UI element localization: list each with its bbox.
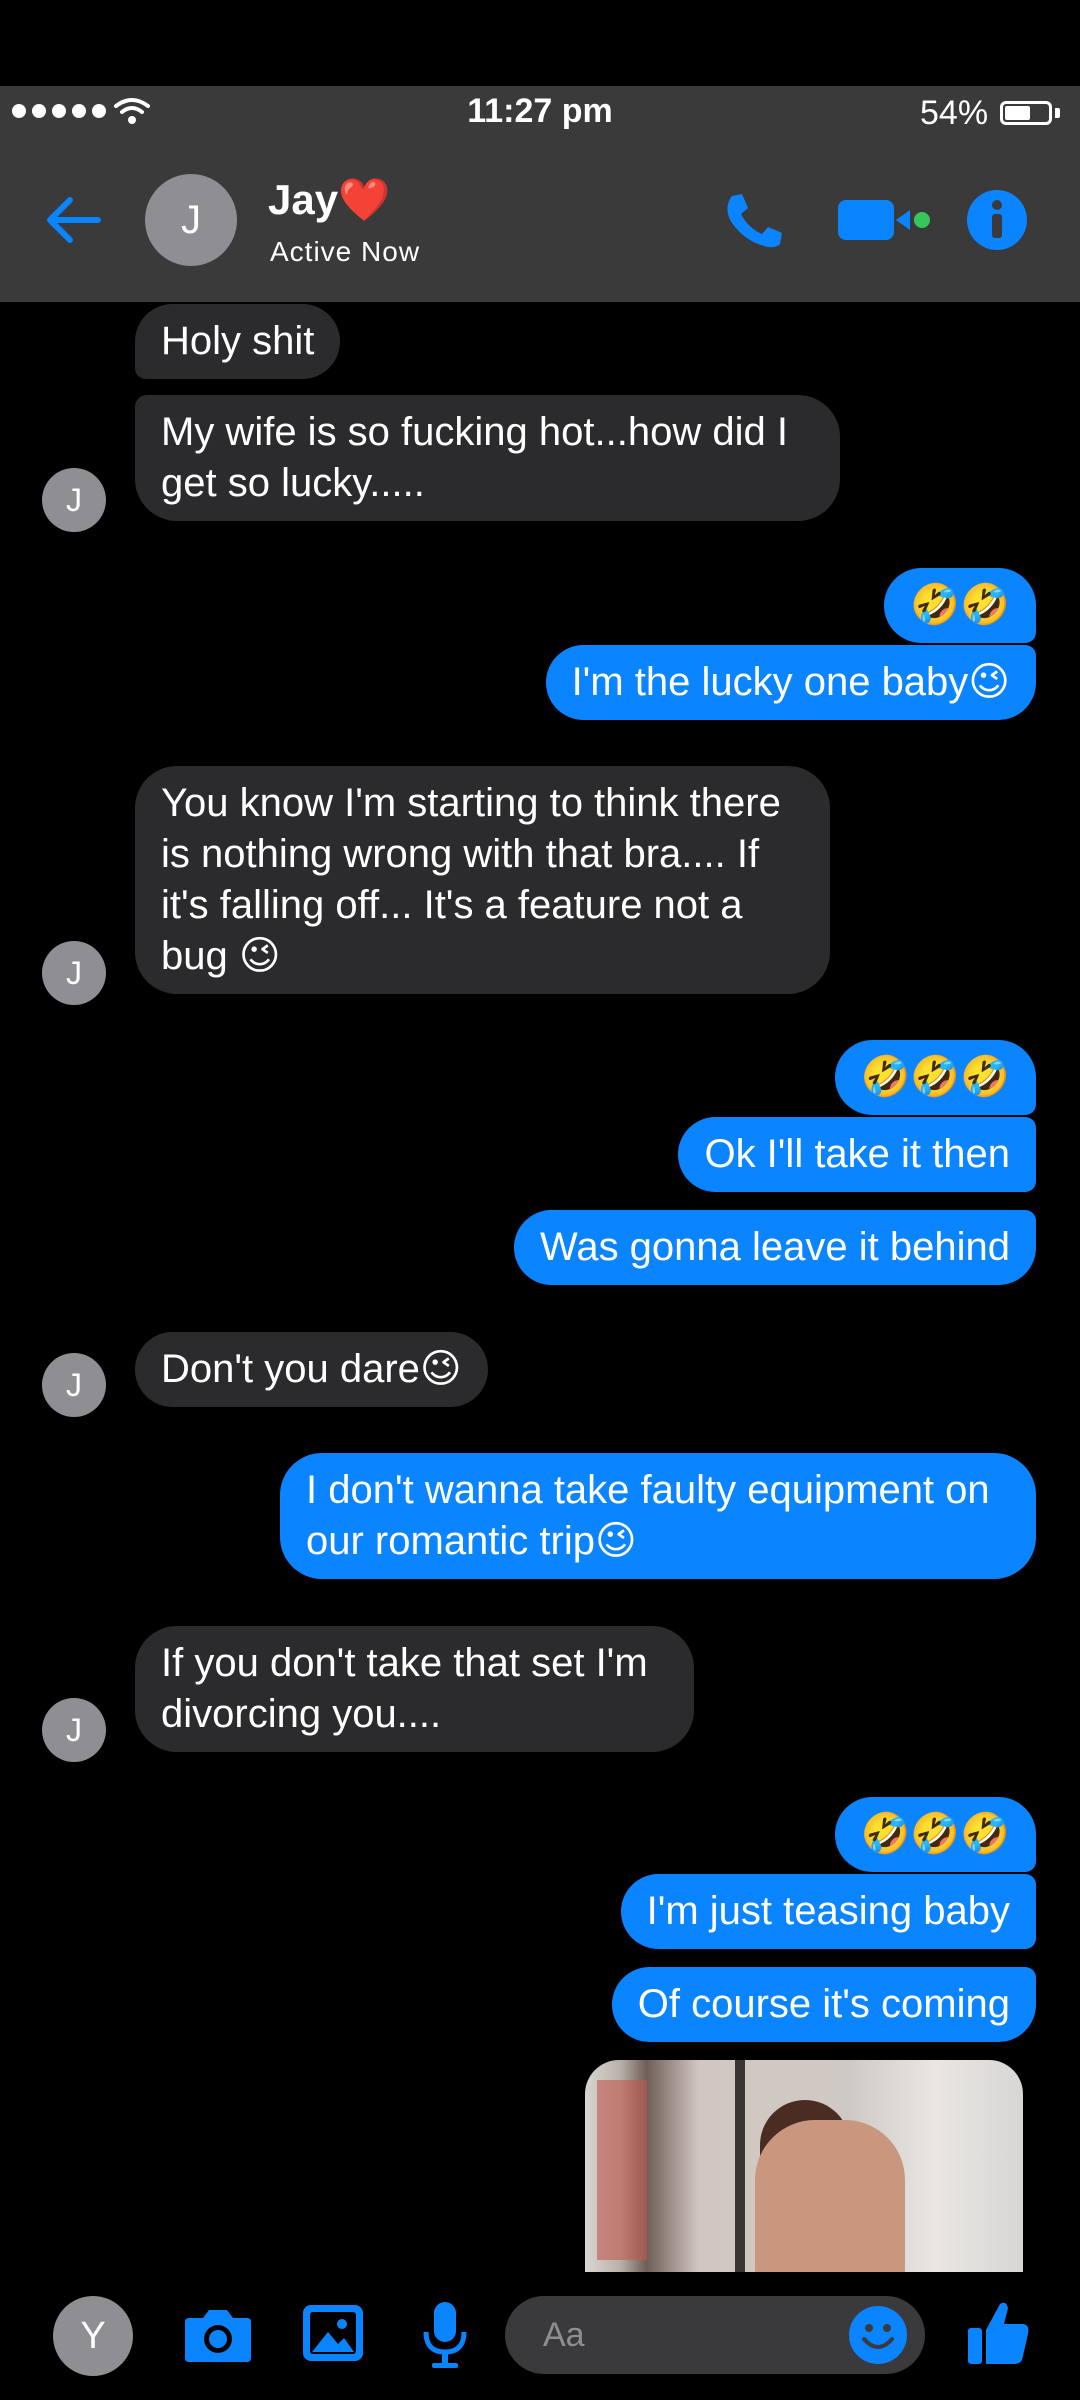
contact-avatar-small[interactable]: J: [42, 1353, 106, 1417]
message-input-placeholder: Aa: [543, 2315, 585, 2354]
contact-status: Active Now: [270, 236, 421, 267]
message-bubble-outgoing[interactable]: 🤣🤣🤣: [834, 1797, 1036, 1872]
message-bubble-outgoing[interactable]: I'm the lucky one baby😉: [545, 645, 1036, 720]
user-avatar[interactable]: Y: [53, 2296, 133, 2376]
message-bubble-incoming[interactable]: Holy shit: [135, 304, 341, 379]
battery-icon: [1000, 101, 1052, 125]
battery-percentage: 54%: [920, 94, 989, 132]
message-bubble-incoming[interactable]: Don't you dare😉: [135, 1332, 488, 1407]
status-time: 11:27 pm: [467, 92, 613, 130]
message-bubble-outgoing[interactable]: I'm just teasing baby: [620, 1874, 1036, 1949]
contact-avatar-small[interactable]: J: [42, 941, 106, 1005]
contact-avatar-small[interactable]: J: [42, 468, 106, 532]
message-bubble-outgoing[interactable]: I don't wanna take faulty equipment on o…: [280, 1453, 1036, 1579]
message-bubble-outgoing[interactable]: Was gonna leave it behind: [514, 1210, 1036, 1285]
message-bubble-incoming[interactable]: If you don't take that set I'm divorcing…: [135, 1626, 694, 1752]
message-bubble-outgoing[interactable]: Of course it's coming: [611, 1967, 1036, 2042]
message-bubble-outgoing[interactable]: 🤣🤣: [884, 568, 1036, 643]
camera-icon[interactable]: [183, 2306, 253, 2364]
back-arrow-icon[interactable]: [42, 190, 104, 250]
microphone-icon[interactable]: [420, 2300, 470, 2370]
contact-name[interactable]: Jay❤️: [268, 176, 390, 225]
gallery-icon[interactable]: [300, 2302, 366, 2364]
emoji-smile-icon[interactable]: [848, 2305, 908, 2365]
contact-avatar[interactable]: J: [145, 174, 237, 266]
contact-avatar-small[interactable]: J: [42, 1698, 106, 1762]
photo-attachment[interactable]: [585, 2060, 1023, 2272]
phone-call-icon[interactable]: [720, 190, 786, 250]
message-bubble-incoming[interactable]: My wife is so fucking hot...how did I ge…: [135, 395, 840, 521]
message-bubble-outgoing[interactable]: 🤣🤣🤣: [834, 1040, 1036, 1115]
video-call-icon[interactable]: [838, 196, 930, 244]
thumbs-up-icon[interactable]: [966, 2298, 1032, 2368]
battery-cap: [1055, 108, 1060, 118]
message-bubble-incoming[interactable]: You know I'm starting to think there is …: [135, 766, 830, 994]
info-icon[interactable]: [966, 189, 1028, 251]
message-bubble-outgoing[interactable]: Ok I'll take it then: [678, 1117, 1036, 1192]
